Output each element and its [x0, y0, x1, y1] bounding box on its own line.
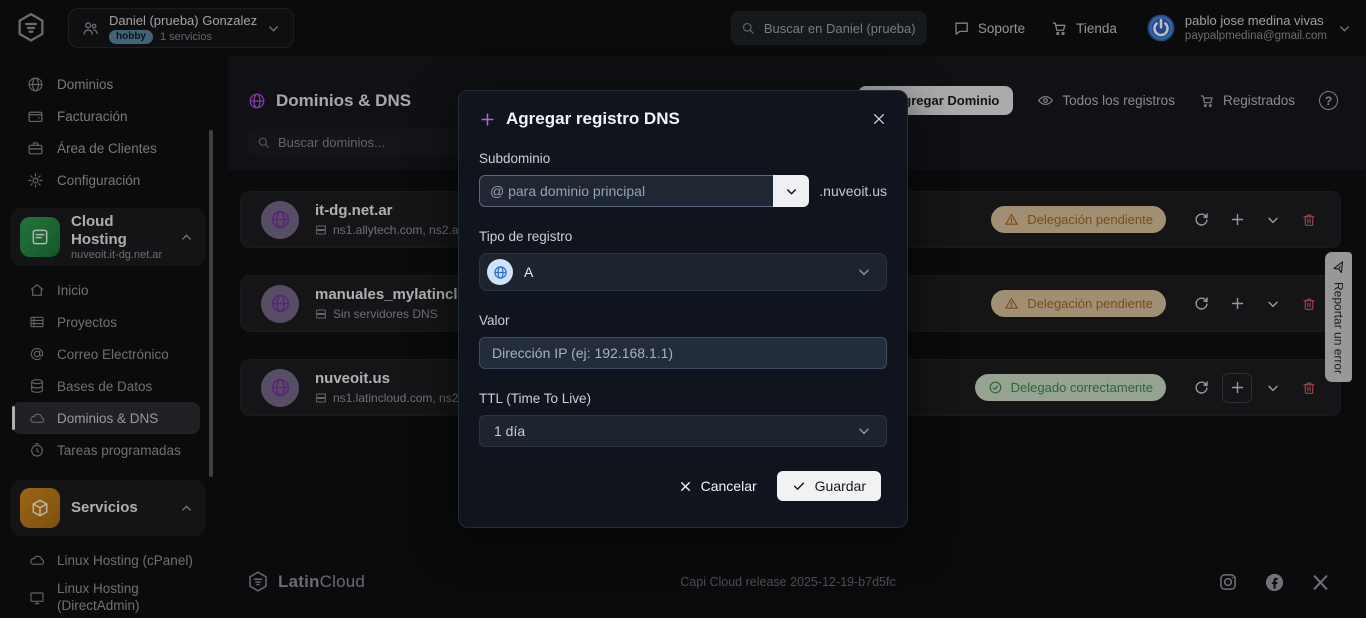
cancel-button[interactable]: Cancelar — [679, 478, 757, 494]
save-label: Guardar — [815, 478, 866, 494]
record-type-value: A — [524, 264, 533, 280]
chevron-down-icon — [856, 264, 872, 280]
chevron-down-icon — [856, 423, 872, 439]
record-type-label: Tipo de registro — [479, 229, 887, 244]
close-icon[interactable] — [871, 111, 887, 127]
modal-title: Agregar registro DNS — [506, 109, 680, 129]
subdomain-label: Subdominio — [479, 151, 887, 166]
plus-icon — [479, 111, 496, 128]
save-button[interactable]: Guardar — [777, 471, 881, 501]
subdomain-input[interactable] — [490, 183, 763, 199]
ttl-label: TTL (Time To Live) — [479, 391, 887, 406]
value-input[interactable] — [479, 337, 887, 369]
domain-suffix: .nuveoit.us — [819, 183, 887, 199]
record-type-globe-icon — [487, 259, 513, 285]
app-root: Daniel (prueba) Gonzalez hobby 1 servici… — [0, 0, 1366, 618]
check-icon — [792, 479, 806, 493]
ttl-select[interactable]: 1 día — [479, 415, 887, 447]
add-dns-record-modal: Agregar registro DNS Subdominio .nuveoit… — [458, 90, 908, 528]
subdomain-input-wrap — [479, 175, 773, 207]
record-type-select[interactable]: A — [479, 253, 887, 291]
subdomain-dropdown-button[interactable] — [773, 175, 809, 207]
close-icon — [679, 480, 692, 493]
value-label: Valor — [479, 313, 887, 328]
ttl-value: 1 día — [494, 423, 525, 439]
cancel-label: Cancelar — [701, 478, 757, 494]
